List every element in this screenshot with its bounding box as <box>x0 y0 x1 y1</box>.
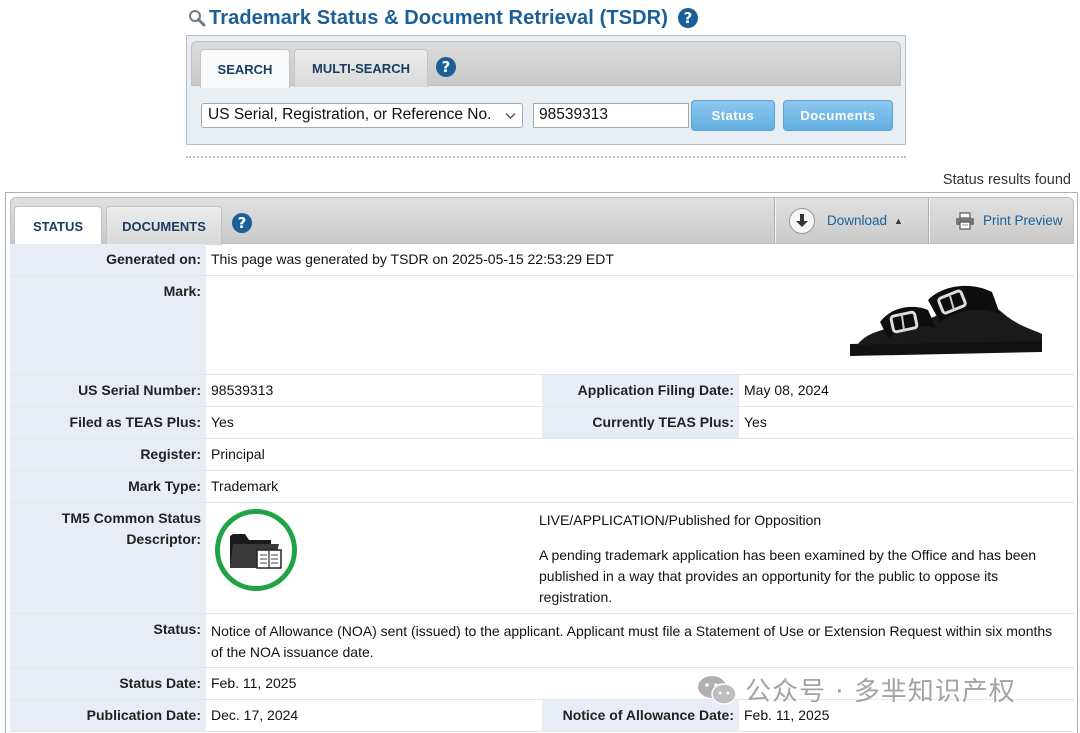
label-tm5: TM5 Common Status Descriptor: <box>10 503 206 613</box>
print-preview-button[interactable]: Print Preview <box>933 198 1073 243</box>
label-mark-type: Mark Type: <box>10 471 206 502</box>
value-status: Notice of Allowance (NOA) sent (issued) … <box>211 623 1053 660</box>
help-icon[interactable]: ? <box>232 213 252 233</box>
page-title: Trademark Status & Document Retrieval (T… <box>209 6 668 29</box>
row-tm5: TM5 Common Status Descriptor: LIVE/APPLI… <box>10 503 1074 614</box>
tab-status[interactable]: STATUS <box>14 206 102 246</box>
search-type-select[interactable]: US Serial, Registration, or Reference No… <box>201 102 523 128</box>
label-status: Status: <box>10 614 206 667</box>
value-current-teas-plus: Yes <box>744 414 767 430</box>
tm5-status-line: LIVE/APPLICATION/Published for Oppositio… <box>539 512 822 528</box>
printer-icon <box>955 211 975 230</box>
print-preview-label: Print Preview <box>983 213 1063 228</box>
status-button[interactable]: Status <box>691 99 775 131</box>
folder-icon <box>215 509 297 591</box>
results-tabbar: STATUS DOCUMENTS ? Download ▲ Print Prev… <box>10 197 1074 246</box>
toolbar-divider <box>928 198 929 243</box>
search-type-selected: US Serial, Registration, or Reference No… <box>208 106 492 123</box>
row-mark: Mark: <box>10 276 1074 375</box>
search-panel: SEARCH MULTI-SEARCH ? US Serial, Registr… <box>186 35 906 145</box>
value-mark-type: Trademark <box>211 478 279 494</box>
label-mark: Mark: <box>10 276 206 374</box>
label-tm5-line2: Descriptor: <box>126 531 201 547</box>
search-row: US Serial, Registration, or Reference No… <box>201 99 893 131</box>
watermark: 公众号 · 多芈知识产权 <box>697 671 1016 708</box>
tm5-description: LIVE/APPLICATION/Published for Oppositio… <box>539 510 1059 608</box>
watermark-text: 公众号 · 多芈知识产权 <box>745 677 1016 707</box>
value-teas-plus: Yes <box>211 414 234 430</box>
results-panel: STATUS DOCUMENTS ? Download ▲ Print Prev… <box>5 192 1078 733</box>
mark-image <box>844 284 1048 362</box>
tab-multi-search[interactable]: MULTI-SEARCH <box>294 49 428 87</box>
value-filing-date: May 08, 2024 <box>744 382 829 398</box>
label-tm5-line1: TM5 Common Status <box>61 510 201 526</box>
label-teas-plus: Filed as TEAS Plus: <box>10 407 206 438</box>
toolbar-divider <box>774 198 775 243</box>
download-label: Download <box>827 213 888 228</box>
row-teas-plus: Filed as TEAS Plus: Yes Currently TEAS P… <box>10 407 1074 439</box>
divider <box>186 156 906 158</box>
caret-up-icon: ▲ <box>894 215 903 226</box>
label-generated-on: Generated on: <box>10 244 206 275</box>
tab-search[interactable]: SEARCH <box>200 49 290 88</box>
label-serial-number: US Serial Number: <box>10 375 206 406</box>
row-status: Status: Notice of Allowance (NOA) sent (… <box>10 614 1074 668</box>
label-register: Register: <box>10 439 206 470</box>
app-title: Trademark Status & Document Retrieval (T… <box>188 6 698 30</box>
documents-button[interactable]: Documents <box>783 99 893 131</box>
value-generated-on: This page was generated by TSDR on 2025-… <box>211 251 614 267</box>
row-serial-filing: US Serial Number: 98539313 Application F… <box>10 375 1074 407</box>
label-current-teas-plus: Currently TEAS Plus: <box>542 407 739 438</box>
results-found-text: Status results found <box>942 172 1071 188</box>
serial-number-input[interactable] <box>533 102 689 128</box>
value-serial-number: 98539313 <box>211 382 274 398</box>
tm5-description-text: A pending trademark application has been… <box>539 547 1037 605</box>
row-register: Register: Principal <box>10 439 1074 471</box>
row-generated-on: Generated on: This page was generated by… <box>10 244 1074 276</box>
download-icon <box>789 207 815 234</box>
search-tabbar: SEARCH MULTI-SEARCH ? <box>191 41 901 88</box>
download-menu[interactable]: Download ▲ <box>779 198 929 243</box>
value-register: Principal <box>211 446 265 462</box>
label-filing-date: Application Filing Date: <box>542 375 739 406</box>
row-mark-type: Mark Type: Trademark <box>10 471 1074 503</box>
help-icon[interactable]: ? <box>436 57 456 77</box>
value-publication-date: Dec. 17, 2024 <box>211 707 299 723</box>
tab-documents[interactable]: DOCUMENTS <box>106 206 222 245</box>
label-publication-date: Publication Date: <box>10 700 206 731</box>
label-status-date: Status Date: <box>10 668 206 699</box>
chevron-down-icon <box>505 109 516 123</box>
wechat-icon <box>697 674 737 706</box>
record-rows: Generated on: This page was generated by… <box>10 244 1074 732</box>
magnifier-icon <box>188 9 206 27</box>
help-icon[interactable]: ? <box>677 8 698 28</box>
